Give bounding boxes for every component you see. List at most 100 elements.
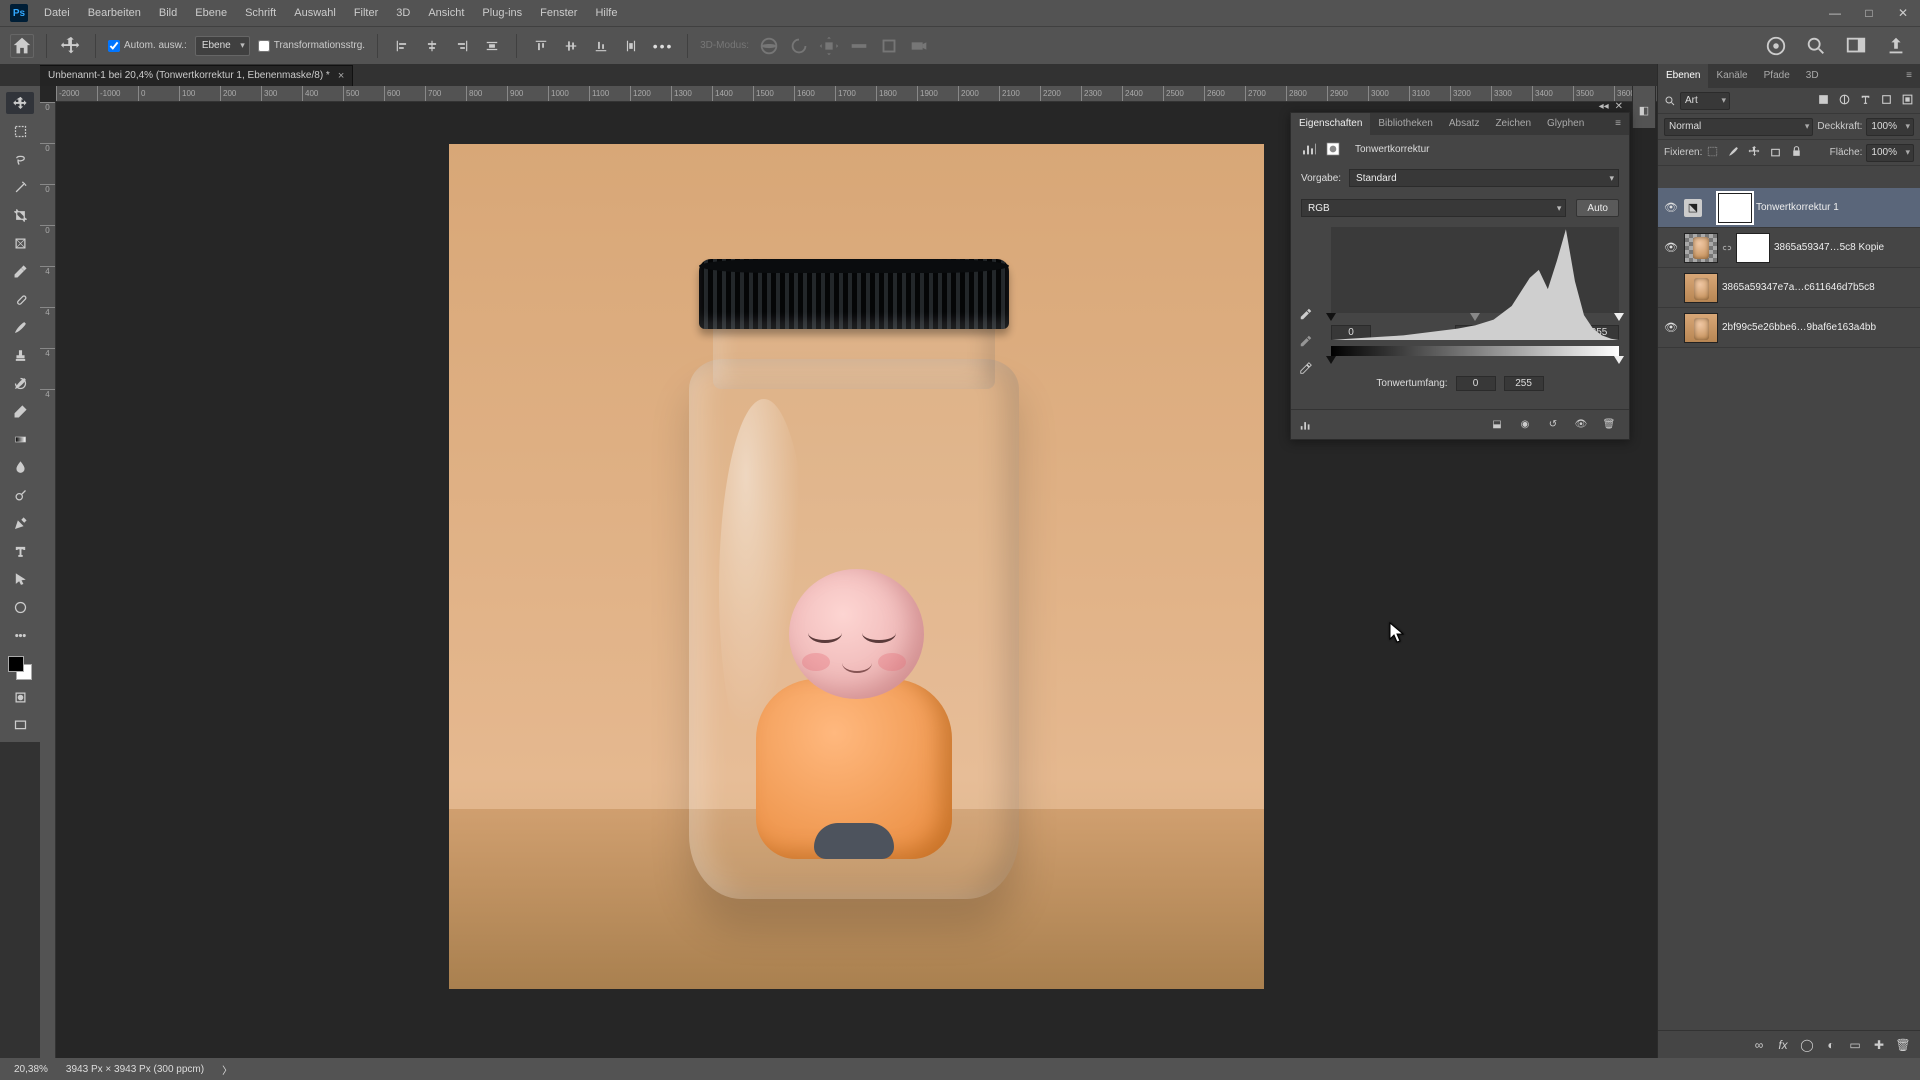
align-right[interactable] <box>450 34 474 58</box>
menu-ansicht[interactable]: Ansicht <box>420 0 472 26</box>
highlight-slider[interactable] <box>1614 313 1624 321</box>
opacity-input[interactable]: 100% <box>1866 118 1914 136</box>
menu-ebene[interactable]: Ebene <box>187 0 235 26</box>
tab-zeichen[interactable]: Zeichen <box>1487 113 1539 135</box>
dodge-tool[interactable] <box>6 484 34 506</box>
align-center[interactable] <box>420 34 444 58</box>
wand-tool[interactable] <box>6 176 34 198</box>
layer-thumb[interactable] <box>1684 233 1718 263</box>
cloud-docs-icon[interactable] <box>1764 34 1788 58</box>
align-bottom[interactable] <box>589 34 613 58</box>
lock-transparent-icon[interactable] <box>1706 145 1719 161</box>
lock-all-icon[interactable] <box>1790 145 1803 161</box>
path-select-tool[interactable] <box>6 568 34 590</box>
menu-bild[interactable]: Bild <box>151 0 185 26</box>
lock-nested-icon[interactable] <box>1769 145 1782 161</box>
panel-close-icon[interactable]: ✕ <box>1615 101 1623 112</box>
mask-link-icon[interactable] <box>1722 243 1732 253</box>
reset-icon[interactable]: ↺ <box>1545 417 1561 433</box>
more-tools[interactable] <box>6 624 34 646</box>
eraser-tool[interactable] <box>6 400 34 422</box>
filter-pixel-icon[interactable] <box>1817 93 1830 109</box>
brush-tool[interactable] <box>6 316 34 338</box>
doc-info-arrow[interactable]: 〉 <box>222 1062 236 1077</box>
screenmode-toggle[interactable] <box>6 714 34 736</box>
output-sliders[interactable] <box>1331 356 1619 366</box>
new-layer-icon[interactable]: ✚ <box>1872 1038 1886 1052</box>
layer-row[interactable]: 👁 ⬔ Tonwertkorrektur 1 <box>1658 188 1920 228</box>
window-minimize[interactable]: — <box>1818 0 1852 26</box>
3d-rotate-icon[interactable] <box>787 34 811 58</box>
tab-3d[interactable]: 3D <box>1798 64 1827 88</box>
delete-layer-icon[interactable]: 🗑 <box>1896 1038 1910 1052</box>
shadow-slider[interactable] <box>1326 313 1336 321</box>
3d-scale-icon[interactable] <box>877 34 901 58</box>
layer-name[interactable]: Tonwertkorrektur 1 <box>1756 202 1839 213</box>
distribute-v[interactable] <box>619 34 643 58</box>
clip-to-layer-icon[interactable]: ⬓ <box>1489 417 1505 433</box>
home-button[interactable] <box>10 34 34 58</box>
tab-eigenschaften[interactable]: Eigenschaften <box>1291 113 1370 135</box>
more-options[interactable]: ••• <box>651 34 675 58</box>
visibility-toggle[interactable]: 👁 <box>1662 241 1680 254</box>
menu-schrift[interactable]: Schrift <box>237 0 284 26</box>
tab-kanaele[interactable]: Kanäle <box>1708 64 1755 88</box>
layer-row[interactable]: 👁 3865a59347…5c8 Kopie <box>1658 228 1920 268</box>
output-lo[interactable]: 0 <box>1456 376 1496 391</box>
channel-select[interactable]: RGB <box>1301 199 1566 217</box>
panel-menu-icon[interactable]: ≡ <box>1898 64 1920 88</box>
delete-adjustment-icon[interactable]: 🗑 <box>1601 417 1617 433</box>
pen-tool[interactable] <box>6 512 34 534</box>
canvas[interactable] <box>449 144 1264 989</box>
workspace-icon[interactable] <box>1844 34 1868 58</box>
transform-controls-checkbox[interactable]: Transformationsstrg. <box>258 40 365 52</box>
menu-filter[interactable]: Filter <box>346 0 386 26</box>
menu-bearbeiten[interactable]: Bearbeiten <box>80 0 149 26</box>
align-left[interactable] <box>390 34 414 58</box>
frame-tool[interactable] <box>6 232 34 254</box>
healing-tool[interactable] <box>6 288 34 310</box>
preset-select[interactable]: Standard <box>1349 169 1619 187</box>
layer-name[interactable]: 3865a59347…5c8 Kopie <box>1774 242 1884 253</box>
menu-3d[interactable]: 3D <box>388 0 418 26</box>
stamp-tool[interactable] <box>6 344 34 366</box>
lasso-tool[interactable] <box>6 148 34 170</box>
output-hi[interactable]: 255 <box>1504 376 1544 391</box>
mid-slider[interactable] <box>1470 313 1480 321</box>
panel-collapse-icon[interactable]: ◂◂ <box>1599 101 1609 112</box>
layer-name[interactable]: 3865a59347e7a…c611646d7b5c8 <box>1722 282 1875 293</box>
distribute[interactable] <box>480 34 504 58</box>
filter-adjust-icon[interactable] <box>1838 93 1851 109</box>
layer-thumb[interactable] <box>1684 273 1718 303</box>
marquee-tool[interactable] <box>6 120 34 142</box>
add-mask-icon[interactable]: ◯ <box>1800 1038 1814 1052</box>
blur-tool[interactable] <box>6 456 34 478</box>
black-point-eyedropper[interactable] <box>1299 307 1313 324</box>
crop-tool[interactable] <box>6 204 34 226</box>
layer-row[interactable]: 👁 2bf99c5e26bbe6…9baf6e163a4bb <box>1658 308 1920 348</box>
auto-select-checkbox[interactable]: Autom. ausw.: <box>108 40 187 52</box>
gray-point-eyedropper[interactable] <box>1299 334 1313 351</box>
link-layers-icon[interactable]: ∞ <box>1752 1038 1766 1052</box>
move-tool[interactable] <box>6 92 34 114</box>
fill-input[interactable]: 100% <box>1866 144 1914 162</box>
menu-hilfe[interactable]: Hilfe <box>587 0 625 26</box>
auto-select-target[interactable]: Ebene <box>195 36 250 56</box>
auto-button[interactable]: Auto <box>1576 199 1619 217</box>
align-top[interactable] <box>529 34 553 58</box>
input-sliders[interactable] <box>1331 313 1619 325</box>
tab-bibliotheken[interactable]: Bibliotheken <box>1370 113 1440 135</box>
share-icon[interactable] <box>1884 34 1908 58</box>
layer-mask-thumb[interactable] <box>1718 193 1752 223</box>
white-point-eyedropper[interactable] <box>1299 361 1313 378</box>
edit-points-icon[interactable] <box>1299 418 1313 435</box>
document-close[interactable]: × <box>338 70 344 82</box>
menu-auswahl[interactable]: Auswahl <box>286 0 344 26</box>
window-close[interactable]: ✕ <box>1886 0 1920 26</box>
visibility-icon[interactable]: 👁 <box>1573 417 1589 433</box>
eyedropper-tool[interactable] <box>6 260 34 282</box>
window-maximize[interactable]: □ <box>1852 0 1886 26</box>
out-black-slider[interactable] <box>1326 356 1336 364</box>
tab-pfade[interactable]: Pfade <box>1756 64 1798 88</box>
tab-glyphen[interactable]: Glyphen <box>1539 113 1592 135</box>
